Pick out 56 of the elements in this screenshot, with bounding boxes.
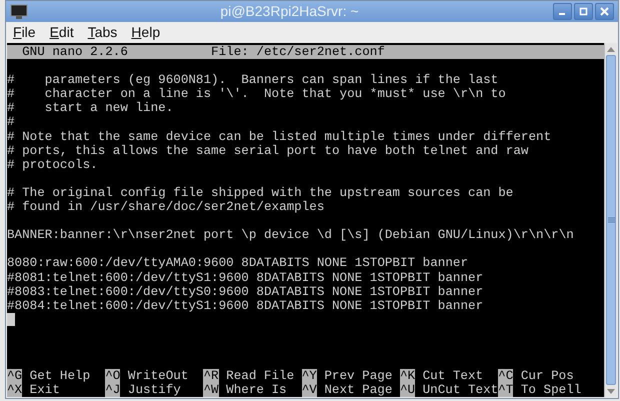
maximize-icon xyxy=(579,7,588,16)
menu-item[interactable]: File xyxy=(12,22,37,43)
scrollbar-thumb[interactable] xyxy=(606,55,616,386)
shortcut-label: UnCut Text xyxy=(422,383,498,398)
shortcut-key: ^C xyxy=(498,369,514,384)
shortcut-key: ^Y xyxy=(302,369,317,384)
text-line: # Note that the same device can be listed multiple times under different xyxy=(7,130,552,144)
shortcut-label: Next Page xyxy=(324,383,392,398)
text-line: # protocols. xyxy=(7,158,99,172)
close-button[interactable] xyxy=(595,3,614,20)
shortcut-label: To Spell xyxy=(520,383,582,398)
shortcut-label: Cut Text xyxy=(422,369,484,384)
text-line: # The original config file shipped with the upstream sources can be xyxy=(7,186,514,200)
shortcut-label: Exit xyxy=(30,383,60,398)
grip-icon xyxy=(608,217,614,224)
menu-item[interactable]: Tabs xyxy=(86,22,118,43)
shortcut-key: ^U xyxy=(400,383,416,398)
shortcut-key: ^W xyxy=(203,383,219,398)
shortcut-label: Prev Page xyxy=(324,369,392,384)
text-line: # xyxy=(7,115,16,130)
shortcut-key: ^K xyxy=(400,369,416,384)
monitor-icon xyxy=(10,4,28,20)
text-line: # character on a line is '\'. Note that you *must* use \r\n to xyxy=(7,87,507,102)
text-line: #8084:telnet:600:/dev/ttyS1:9600 8DATABITS NONE 1STOPBIT banner xyxy=(7,298,484,313)
scrollbar[interactable] xyxy=(604,43,617,398)
shortcut-label: Where Is xyxy=(226,383,287,398)
text-line: # found in /usr/share/doc/ser2net/examples xyxy=(7,200,326,214)
shortcut-label: Get Help xyxy=(30,369,90,384)
shortcut-key: ^X xyxy=(7,383,22,398)
text-line: #8081:telnet:600:/dev/ttyS1:9600 8DATABITS NONE 1STOPBIT banner xyxy=(7,270,484,285)
close-icon xyxy=(600,7,609,16)
text-line: 8080:raw:600:/dev/ttyAMA0:9600 8DATABITS NONE 1STOPBIT banner xyxy=(7,256,470,270)
text-line: # start a new line. xyxy=(7,101,174,116)
minimize-button[interactable] xyxy=(553,3,572,20)
shortcut-label: Read File xyxy=(226,369,294,384)
text-line: BANNER:banner:\r\nser2net port \p device \d [\s] (Debian GNU/Linux)\r\n\r\n xyxy=(7,228,575,242)
window-title: pi@B23Rpi2HaSrvr: ~ xyxy=(219,2,360,21)
menu-item[interactable]: Edit xyxy=(48,22,75,43)
shortcut-key: ^O xyxy=(105,369,120,384)
shortcut-label: Cur Pos xyxy=(520,369,574,384)
shortcut-key: ^V xyxy=(302,383,317,398)
maximize-button[interactable] xyxy=(574,3,593,20)
shortcut-label: WriteOut xyxy=(128,369,188,384)
menu-item[interactable]: Help xyxy=(130,22,162,43)
text-line: # ports, this allows the same serial port to have both telnet and raw xyxy=(7,144,530,158)
file-label: File: /etc/ser2net.conf xyxy=(211,45,385,60)
text-line: #8083:telnet:600:/dev/ttyS0:9600 8DATABITS NONE 1STOPBIT banner xyxy=(7,284,484,299)
shortcut-key: ^G xyxy=(7,369,22,384)
shortcut-key: ^J xyxy=(105,383,120,398)
down-arrow-icon[interactable] xyxy=(607,388,615,394)
version-label: GNU nano 2.2.6 xyxy=(22,45,128,60)
text-line: # parameters (eg 9600N81). Banners can span lines if the last xyxy=(7,73,500,88)
shortcut-label: Justify xyxy=(128,383,181,398)
shortcut-key: ^T xyxy=(498,383,514,398)
up-arrow-icon[interactable] xyxy=(607,46,615,52)
shortcut-key: ^R xyxy=(203,369,219,384)
